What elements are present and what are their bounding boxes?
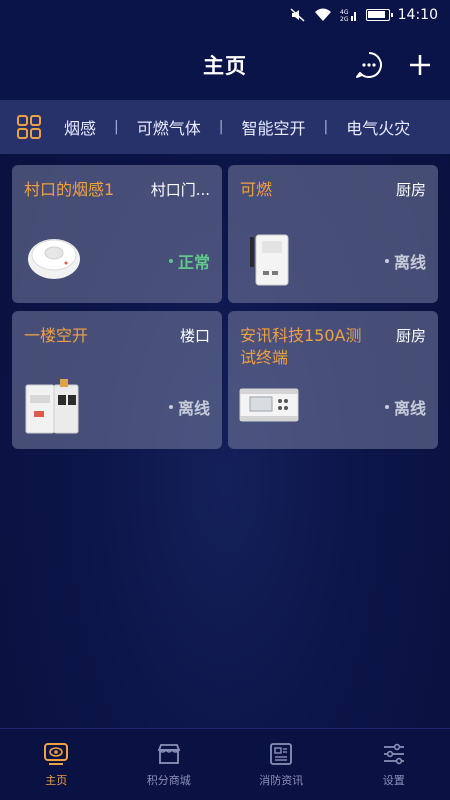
status-text: 离线 bbox=[393, 399, 426, 418]
device-location: 厨房 bbox=[395, 181, 426, 199]
gas-detector-icon bbox=[250, 234, 289, 286]
message-button[interactable] bbox=[354, 50, 384, 80]
category-smoke[interactable]: 烟感 bbox=[64, 115, 96, 139]
app-header: 主页 bbox=[0, 30, 450, 100]
svg-text:4G: 4G bbox=[340, 9, 349, 16]
device-name: 安讯科技150A测试终端 bbox=[240, 326, 362, 367]
nav-store[interactable]: 积分商城 bbox=[113, 742, 225, 788]
device-name: 可燃 bbox=[240, 180, 273, 199]
device-status: 离线 bbox=[384, 249, 426, 273]
device-location: 楼口 bbox=[179, 327, 210, 345]
device-grid: 村口的烟感1 村口门... 正常 可燃 厨房 离线 一楼空开 楼口 离线 安讯科… bbox=[12, 165, 438, 449]
device-card[interactable]: 可燃 厨房 离线 bbox=[228, 165, 438, 303]
nav-label: 主页 bbox=[45, 773, 68, 787]
battery-icon bbox=[365, 9, 393, 21]
device-status: 离线 bbox=[168, 395, 210, 419]
bottom-navigation: 主页 积分商城 消防资讯 设置 bbox=[0, 728, 450, 800]
category-grid-button[interactable] bbox=[16, 114, 42, 140]
wifi-icon bbox=[314, 8, 332, 22]
category-gas[interactable]: 可燃气体 bbox=[137, 115, 201, 139]
test-terminal-icon bbox=[239, 388, 299, 422]
add-device-button[interactable] bbox=[405, 50, 435, 80]
nav-label: 设置 bbox=[382, 773, 405, 787]
device-location: 厨房 bbox=[395, 327, 426, 345]
settings-sliders-icon bbox=[383, 743, 404, 764]
nav-home[interactable]: 主页 bbox=[0, 742, 112, 788]
status-text: 正常 bbox=[177, 253, 210, 272]
device-status: 正常 bbox=[168, 249, 210, 273]
device-location: 村口门... bbox=[150, 181, 210, 199]
status-dot bbox=[384, 259, 389, 263]
status-time: 14:10 bbox=[397, 7, 438, 23]
store-icon bbox=[157, 743, 181, 764]
status-text: 离线 bbox=[393, 253, 426, 272]
category-tabs: 烟感 | 可燃气体 | 智能空开 | 电气火灾 bbox=[0, 100, 450, 154]
status-bar: 4G 2G 14:10 bbox=[0, 0, 450, 30]
smoke-detector-icon bbox=[28, 239, 80, 279]
category-breaker[interactable]: 智能空开 bbox=[241, 115, 305, 139]
device-name: 村口的烟感1 bbox=[24, 180, 115, 199]
nav-news[interactable]: 消防资讯 bbox=[225, 742, 337, 788]
status-dot bbox=[384, 405, 389, 409]
category-separator: | bbox=[114, 119, 119, 135]
grid-icon bbox=[17, 115, 41, 139]
signal-icon: 4G 2G bbox=[340, 8, 358, 22]
circuit-breaker-icon bbox=[25, 379, 79, 434]
device-card[interactable]: 一楼空开 楼口 离线 bbox=[12, 311, 222, 449]
status-text: 离线 bbox=[177, 399, 210, 418]
mute-icon bbox=[290, 8, 306, 22]
device-card[interactable]: 村口的烟感1 村口门... 正常 bbox=[12, 165, 222, 303]
category-separator: | bbox=[323, 119, 329, 135]
device-status: 离线 bbox=[384, 395, 426, 419]
category-separator: | bbox=[218, 119, 224, 135]
device-card[interactable]: 安讯科技150A测试终端 厨房 离线 bbox=[228, 311, 438, 449]
status-dot bbox=[168, 405, 173, 409]
category-electrical-fire[interactable]: 电气火灾 bbox=[346, 115, 410, 139]
page-title: 主页 bbox=[203, 54, 247, 78]
nav-label: 消防资讯 bbox=[259, 773, 304, 787]
home-eye-icon bbox=[44, 742, 69, 765]
svg-text:2G: 2G bbox=[340, 16, 349, 22]
news-icon bbox=[270, 742, 293, 765]
plus-icon bbox=[410, 55, 430, 75]
nav-settings[interactable]: 设置 bbox=[338, 742, 450, 788]
chat-bubble-icon bbox=[356, 52, 382, 78]
device-name: 一楼空开 bbox=[24, 326, 89, 345]
nav-label: 积分商城 bbox=[146, 773, 191, 787]
status-dot bbox=[168, 259, 173, 263]
